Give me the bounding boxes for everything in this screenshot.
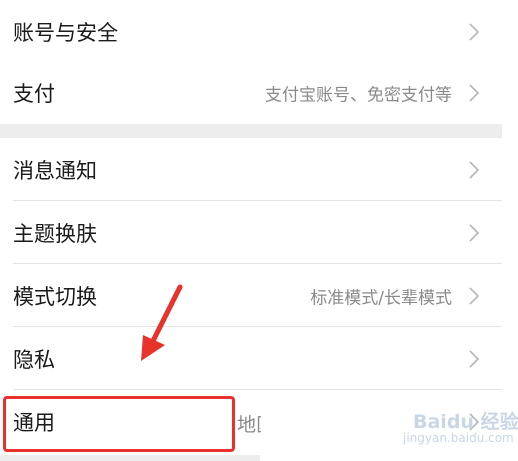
settings-item-privacy[interactable]: 隐私 (0, 327, 502, 390)
chevron-right-icon (469, 349, 480, 368)
settings-item-value: 标准模式/长辈模式 (310, 288, 452, 308)
baidu-jingyan-watermark: Baidu 经验 jingyan.baidu.com (395, 405, 518, 449)
chevron-right-icon (469, 22, 480, 41)
watermark-url: jingyan.baidu.com (403, 431, 514, 445)
chevron-right-icon (469, 223, 480, 242)
settings-item-label: 模式切换 (13, 284, 97, 309)
highlight-box (3, 396, 235, 452)
bottom-gap (0, 455, 260, 461)
chevron-right-icon (469, 286, 480, 305)
settings-item-theme[interactable]: 主题换肤 (0, 201, 502, 264)
settings-item-mode-switch[interactable]: 模式切换 标准模式/长辈模式 (0, 264, 502, 327)
settings-item-label: 消息通知 (13, 158, 97, 183)
settings-item-notifications[interactable]: 消息通知 (0, 138, 502, 201)
page-edge (502, 0, 518, 461)
section-gap (0, 124, 502, 138)
chevron-right-icon (469, 160, 480, 179)
chevron-right-icon (469, 83, 480, 102)
settings-item-label: 账号与安全 (13, 20, 118, 45)
red-arrow-icon (141, 284, 183, 361)
settings-item-label: 主题换肤 (13, 221, 97, 246)
settings-item-payment[interactable]: 支付 支付宝账号、免密支付等 (0, 61, 502, 124)
settings-item-label: 支付 (13, 81, 55, 106)
settings-item-account-security[interactable]: 账号与安全 (0, 0, 502, 63)
watermark-brand: Baidu 经验 (413, 411, 518, 433)
settings-item-value: 支付宝账号、免密支付等 (265, 85, 452, 105)
settings-item-value: 地区 (237, 414, 261, 436)
settings-item-label: 隐私 (13, 347, 55, 372)
